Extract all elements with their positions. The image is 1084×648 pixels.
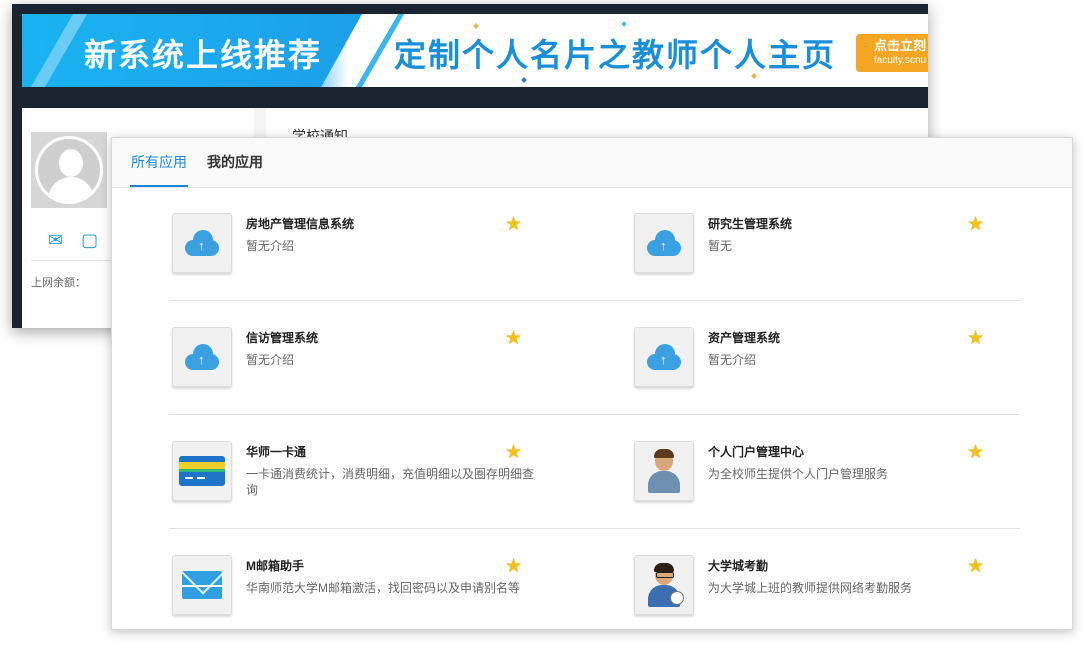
- cloud-upload-icon: ↑: [172, 213, 232, 273]
- favorite-star-icon[interactable]: ★: [505, 327, 522, 350]
- app-name: 研究生管理系统: [708, 217, 793, 231]
- favorite-star-icon[interactable]: ★: [967, 555, 984, 578]
- avatar-body-shape: [48, 177, 94, 201]
- app-item[interactable]: ↑ 房地产管理信息系统 暂无介绍 ★: [169, 188, 569, 301]
- row-divider: [169, 414, 1020, 415]
- tab-all-apps[interactable]: 所有应用: [130, 138, 188, 187]
- user-admin-icon: [634, 441, 694, 501]
- cloud-upload-icon: ↑: [634, 213, 694, 273]
- favorite-star-icon[interactable]: ★: [967, 327, 984, 350]
- app-name: 个人门户管理中心: [708, 445, 805, 459]
- app-name: 大学城考勤: [708, 559, 769, 573]
- app-name: 房地产管理信息系统: [246, 217, 355, 231]
- app-item[interactable]: 华师一卡通 一卡通消费统计，消费明细，充值明细以及圈存明细查询 ★: [169, 416, 569, 529]
- app-item[interactable]: 个人门户管理中心 为全校师生提供个人门户管理服务 ★: [631, 416, 1031, 529]
- mail-icon[interactable]: ✉: [48, 230, 63, 251]
- app-row: ↑ 信访管理系统 暂无介绍 ★ ↑ 资产管理系统 暂无介绍 ★: [169, 302, 1020, 415]
- app-desc: 暂无介绍: [246, 353, 295, 367]
- banner-cta-label: 点击立刻: [874, 38, 927, 53]
- favorite-star-icon[interactable]: ★: [967, 441, 984, 464]
- message-icon[interactable]: ▢: [81, 230, 98, 251]
- row-divider: [169, 300, 1020, 301]
- banner-decor-dot: [621, 21, 627, 27]
- app-row: 华师一卡通 一卡通消费统计，消费明细，充值明细以及圈存明细查询 ★ 个人门户管理…: [169, 416, 1020, 529]
- banner-decor-dot: [473, 23, 479, 29]
- app-name: M邮箱助手: [246, 559, 304, 573]
- favorite-star-icon[interactable]: ★: [505, 441, 522, 464]
- avatar-placeholder-icon: [35, 136, 103, 204]
- attendance-user-icon: [634, 555, 694, 615]
- row-divider: [169, 528, 1020, 529]
- app-item[interactable]: 大学城考勤 为大学城上班的教师提供网络考勤服务 ★: [631, 530, 1031, 629]
- promo-banner[interactable]: 新系统上线推荐 定制个人名片之教师个人主页 点击立刻 faculty.scnu: [22, 14, 928, 87]
- cloud-upload-icon: ↑: [172, 327, 232, 387]
- app-row: ↑ 房地产管理信息系统 暂无介绍 ★ ↑ 研究生管理系统 暂无 ★: [169, 188, 1020, 301]
- apps-window: 所有应用 我的应用 ↑ 房地产管理信息系统 暂无介绍 ★ ↑ 研究生管理系统 暂…: [111, 137, 1073, 630]
- app-desc: 为大学城上班的教师提供网络考勤服务: [708, 581, 913, 595]
- favorite-star-icon[interactable]: ★: [505, 213, 522, 236]
- app-desc: 暂无介绍: [708, 353, 757, 367]
- app-row: M邮箱助手 华南师范大学M邮箱激活，找回密码以及申请别名等 ★ 大学城考勤 为大…: [169, 530, 1020, 629]
- app-tabs: 所有应用 我的应用: [112, 138, 1072, 188]
- banner-cta-url: faculty.scnu: [874, 55, 927, 66]
- app-name: 资产管理系统: [708, 331, 781, 345]
- profile-actions: ✉ ▢: [48, 230, 98, 251]
- banner-cta-button[interactable]: 点击立刻 faculty.scnu: [856, 34, 928, 72]
- app-desc: 暂无: [708, 239, 733, 253]
- tab-my-apps[interactable]: 我的应用: [207, 138, 263, 187]
- favorite-star-icon[interactable]: ★: [967, 213, 984, 236]
- avatar-head-shape: [59, 149, 83, 177]
- banner-subtitle: 定制个人名片之教师个人主页: [394, 37, 837, 73]
- app-item[interactable]: ↑ 资产管理系统 暂无介绍 ★: [631, 302, 1031, 415]
- banner-title: 新系统上线推荐: [84, 37, 323, 73]
- net-balance-label: 上网余额：: [31, 277, 86, 289]
- app-item[interactable]: M邮箱助手 华南师范大学M邮箱激活，找回密码以及申请别名等 ★: [169, 530, 569, 629]
- banner-decor-dot: [521, 77, 527, 83]
- app-desc: 一卡通消费统计，消费明细，充值明细以及圈存明细查询: [246, 467, 535, 497]
- app-item[interactable]: ↑ 研究生管理系统 暂无 ★: [631, 188, 1031, 301]
- favorite-star-icon[interactable]: ★: [505, 555, 522, 578]
- app-desc: 华南师范大学M邮箱激活，找回密码以及申请别名等: [246, 581, 520, 595]
- app-desc: 暂无介绍: [246, 239, 295, 253]
- cloud-upload-icon: ↑: [634, 327, 694, 387]
- app-item[interactable]: ↑ 信访管理系统 暂无介绍 ★: [169, 302, 569, 415]
- app-name: 信访管理系统: [246, 331, 319, 345]
- mail-icon: [172, 555, 232, 615]
- id-card-icon: [172, 441, 232, 501]
- app-name: 华师一卡通: [246, 445, 307, 459]
- avatar[interactable]: [31, 132, 107, 208]
- app-desc: 为全校师生提供个人门户管理服务: [708, 467, 889, 481]
